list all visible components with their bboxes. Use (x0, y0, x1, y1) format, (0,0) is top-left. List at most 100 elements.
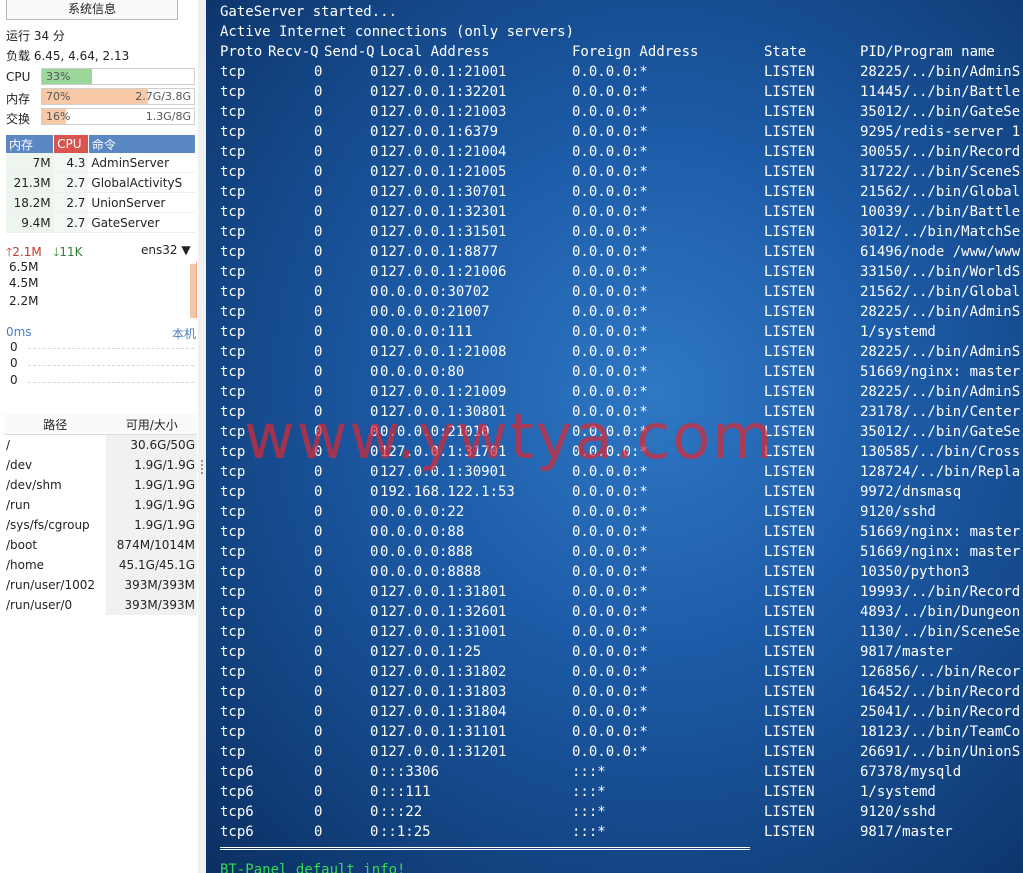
cell-local-address: 127.0.0.1:8877 (380, 244, 499, 260)
netstat-row: tcp 0 0 127.0.0.1:31501 0.0.0.0:* LISTEN 3012/… (220, 222, 1023, 242)
cell-local-address: 127.0.0.1:31001 (380, 624, 507, 640)
net-spike (190, 264, 196, 318)
cell-recv-q: 0 (314, 164, 323, 180)
disk-path: /run (6, 498, 31, 512)
cell-local-address: 127.0.0.1:21005 (380, 164, 507, 180)
cell-pid-program: 3012/../bin/MatchSe (860, 224, 1021, 240)
cell-send-q: 0 (370, 144, 379, 160)
disk-capacity: 393M/393M (106, 575, 197, 595)
latency-tick: 0 (10, 356, 18, 370)
cell-foreign-address: 0.0.0.0:* (572, 744, 648, 760)
cell-state: LISTEN (764, 144, 815, 160)
cell-foreign-address: 0.0.0.0:* (572, 624, 648, 640)
panel-divider[interactable] (198, 0, 206, 873)
netstat-row: tcp 0 0 127.0.0.1:31001 0.0.0.0:* LISTEN 1130/… (220, 622, 1023, 642)
cell-state: LISTEN (764, 224, 815, 240)
system-info-sidebar: 系统信息 运行 34 分 负载 6.45, 4.64, 2.13 CPU 33% 内… (0, 0, 204, 873)
cell-proto: tcp6 (220, 804, 254, 820)
process-row[interactable]: 7M 4.3 AdminServer (6, 153, 196, 173)
cell-pid-program: 26691/../bin/UnionS (860, 744, 1021, 760)
process-command: AdminServer (88, 153, 196, 173)
disk-row: /run/user/0 393M/393M (4, 595, 197, 615)
disk-path: / (6, 438, 11, 452)
resource-label: 内存 (6, 92, 31, 106)
cell-local-address: 127.0.0.1:21006 (380, 264, 507, 280)
cell-pid-program: 1/systemd (860, 784, 936, 800)
cell-proto: tcp (220, 124, 246, 140)
network-graph: 6.5M 4.5M 2.2M (6, 260, 197, 318)
cell-pid-program: 21562/../bin/Global (860, 184, 1021, 200)
col-command[interactable]: 命令 (88, 135, 197, 153)
cell-local-address: 127.0.0.1:32601 (380, 604, 507, 620)
cell-pid-program: 18123/../bin/TeamCo (860, 724, 1021, 740)
cell-state: LISTEN (764, 364, 815, 380)
cell-foreign-address: 0.0.0.0:* (572, 524, 648, 540)
netstat-row: tcp6 0 0:::22:::* LISTEN 9120/sshd (220, 802, 1023, 822)
col-memory[interactable]: 内存 (6, 135, 55, 153)
cell-local-address: 127.0.0.1:6379 (380, 124, 499, 140)
interface-select[interactable]: ens32 ▼ (141, 243, 191, 257)
cell-state: LISTEN (764, 704, 815, 720)
resource-bar: 16% 1.3G/8G (41, 108, 195, 125)
cell-recv-q: 0 (314, 744, 323, 760)
disk-path: /run/user/1002 (6, 578, 95, 592)
cell-state: LISTEN (764, 584, 815, 600)
netstat-row: tcp 0 0 127.0.0.1:21005 0.0.0.0:* LISTEN 31722… (220, 162, 1023, 182)
netstat-row: tcp 0 0 127.0.0.1:32201 0.0.0.0:* LISTEN 11445… (220, 82, 1023, 102)
cell-pid-program: 35012/../bin/GateSe (860, 424, 1021, 440)
disk-capacity: 1.9G/1.9G (106, 495, 197, 515)
resource-row: 内存 70% 2.7G/3.8G (6, 88, 196, 106)
cell-proto: tcp (220, 384, 246, 400)
cell-proto: tcp (220, 144, 246, 160)
terminal-output[interactable]: GateServer started... Active Internet co… (206, 0, 1023, 873)
cell-send-q: 0 (370, 104, 379, 120)
cell-proto: tcp (220, 424, 246, 440)
cell-local-address: 127.0.0.1:21008 (380, 344, 507, 360)
process-command: GateServer (88, 212, 196, 233)
cell-recv-q: 0 (314, 584, 323, 600)
cell-pid-program: 1/systemd (860, 324, 936, 340)
cell-pid-program: 30055/../bin/Record (860, 144, 1021, 160)
cell-send-q: 0 (370, 304, 379, 320)
cell-pid-program: 28225/../bin/AdminS (860, 344, 1021, 360)
netstat-row: tcp 0 0 127.0.0.1:32601 0.0.0.0:* LISTEN 4893/… (220, 602, 1023, 622)
cell-proto: tcp (220, 504, 246, 520)
col-cpu[interactable]: CPU (53, 135, 89, 153)
cell-local-address: 127.0.0.1:32201 (380, 84, 507, 100)
netstat-row: tcp 0 0 127.0.0.1:32301 0.0.0.0:* LISTEN 10039… (220, 202, 1023, 222)
latency-header: 0ms 本机 (6, 325, 196, 341)
resize-grip-icon[interactable] (201, 460, 205, 474)
netstat-row: tcp 0 0 127.0.0.1:8877 0.0.0.0:* LISTEN 61496/… (220, 242, 1023, 262)
cell-local-address: 0.0.0.0:8888 (380, 564, 482, 580)
process-row[interactable]: 18.2M 2.7 UnionServer (6, 192, 196, 213)
cell-send-q: 0 (370, 664, 379, 680)
cell-foreign-address: :::* (572, 804, 606, 820)
process-memory: 21.3M (6, 172, 54, 193)
cell-foreign-address: 0.0.0.0:* (572, 104, 648, 120)
cell-local-address: 127.0.0.1:31804 (380, 704, 507, 720)
cell-send-q: 0 (370, 384, 379, 400)
chevron-down-icon: ▼ (181, 243, 191, 257)
cell-pid-program: 9295/redis-server 1 (860, 124, 1021, 140)
disk-path: /run/user/0 (6, 598, 73, 612)
cell-proto: tcp (220, 744, 246, 760)
process-cpu: 2.7 (53, 172, 89, 193)
cell-foreign-address: 0.0.0.0:* (572, 64, 648, 80)
cell-send-q: 0 (370, 224, 379, 240)
netstat-row: tcp 0 0 127.0.0.1:21003 0.0.0.0:* LISTEN 35012… (220, 102, 1023, 122)
cell-pid-program: 1130/../bin/SceneSe (860, 624, 1021, 640)
system-info-button[interactable]: 系统信息 (6, 0, 178, 20)
cell-recv-q: 0 (314, 344, 323, 360)
cell-pid-program: 33150/../bin/WorldS (860, 264, 1021, 280)
process-row[interactable]: 9.4M 2.7 GateServer (6, 212, 196, 233)
cell-send-q: 0 (370, 524, 379, 540)
cell-send-q: 0 (370, 364, 379, 380)
cell-recv-q: 0 (314, 104, 323, 120)
netstat-row: tcp 0 0 127.0.0.1:6379 0.0.0.0:* LISTEN 9295/r… (220, 122, 1023, 142)
process-row[interactable]: 21.3M 2.7 GlobalActivityS (6, 172, 196, 193)
cell-proto: tcp (220, 264, 246, 280)
resource-bar: 33% (41, 68, 195, 85)
disk-row: /run/user/1002 393M/393M (4, 575, 197, 595)
cell-send-q: 0 (370, 564, 379, 580)
cell-proto: tcp (220, 204, 246, 220)
